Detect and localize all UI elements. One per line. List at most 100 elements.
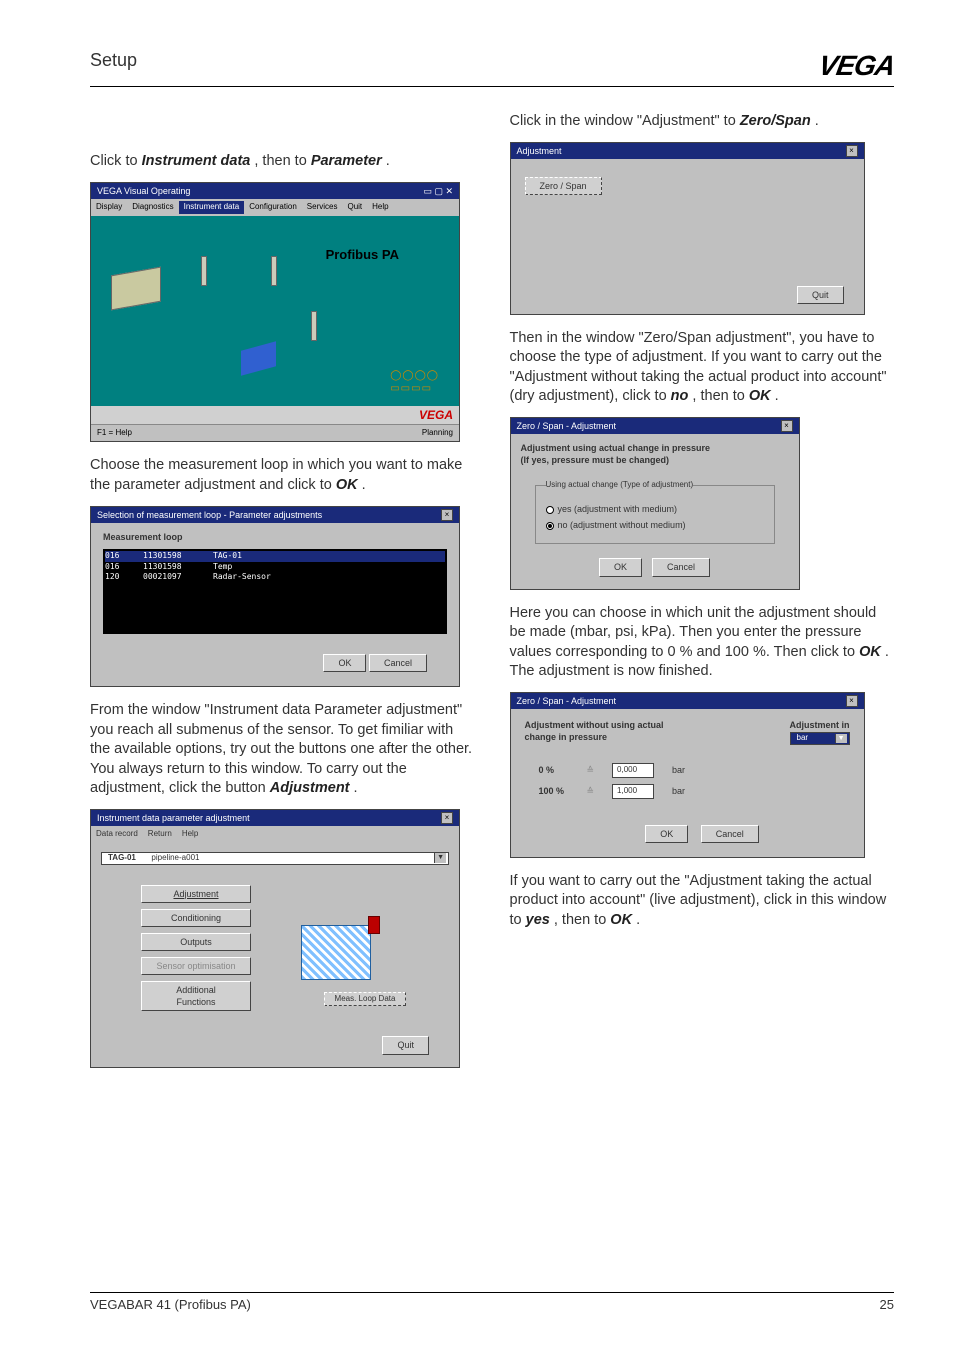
close-icon[interactable]: × <box>846 695 858 707</box>
tag-dropdown[interactable]: TAG-01 pipeline-a001 ▼ <box>101 852 449 865</box>
row-label: 0 % <box>539 764 569 776</box>
group-label: Measurement loop <box>103 531 447 543</box>
dialog-title-text: Selection of measurement loop - Paramete… <box>97 509 322 521</box>
zerospan-button[interactable]: Zero / Span <box>525 177 602 195</box>
conditioning-button[interactable]: Conditioning <box>141 909 251 927</box>
additional-functions-button[interactable]: Additional Functions <box>141 981 251 1011</box>
menu-services[interactable]: Services <box>302 201 343 214</box>
table-row[interactable]: 12000021097Radar-Sensor <box>105 572 445 583</box>
unit-label: bar <box>672 785 685 797</box>
indicators-icon: ◯◯◯◯▭▭▭▭ <box>390 369 439 396</box>
group-legend: Using actual change (Type of adjustment) <box>546 480 694 491</box>
cancel-button[interactable]: Cancel <box>652 558 710 576</box>
statusbar: F1 = Help Planning <box>91 424 459 442</box>
unit-dropdown[interactable]: bar▼ <box>790 732 850 745</box>
right-p2: Then in the window "Zero/Span adjustment… <box>510 329 895 407</box>
vega-brand-bar: VEGA <box>91 406 459 424</box>
close-icon[interactable]: × <box>441 509 453 521</box>
sensor-icon <box>271 256 277 289</box>
table-row[interactable]: 01611301598Temp <box>105 562 445 573</box>
computer-icon <box>111 266 161 310</box>
right-p1: Click in the window "Adjustment" to Zero… <box>510 112 895 132</box>
cancel-button[interactable]: Cancel <box>369 654 427 672</box>
vega-logo: VEGA <box>816 50 897 82</box>
menu-quit[interactable]: Quit <box>342 201 367 214</box>
page-footer: VEGABAR 41 (Profibus PA) 25 <box>90 1292 894 1312</box>
value-input-100[interactable]: 1,000 <box>612 784 654 799</box>
left-p2: Choose the measurement loop in which you… <box>90 456 475 495</box>
right-p4: If you want to carry out the "Adjustment… <box>510 872 895 931</box>
window-title: VEGA Visual Operating <box>97 185 190 197</box>
radio-no[interactable]: no (adjustment without medium) <box>546 519 764 531</box>
titlebar: Zero / Span - Adjustment × <box>511 693 864 709</box>
titlebar: Zero / Span - Adjustment × <box>511 418 799 434</box>
chevron-down-icon: ▼ <box>835 734 847 743</box>
radio-yes[interactable]: yes (adjustment with medium) <box>546 503 764 515</box>
window-controls-icon: ▭ ▢ ✕ <box>423 185 453 197</box>
menu-return[interactable]: Return <box>143 828 177 841</box>
dialog-heading: Adjustment using actual change in pressu… <box>521 442 789 454</box>
table-row[interactable]: 01611301598TAG-01 <box>105 551 445 562</box>
quit-button[interactable]: Quit <box>382 1036 429 1054</box>
sensor-icon <box>311 311 317 344</box>
screenshot-adjustment: Adjustment × Zero / Span Quit <box>510 142 865 315</box>
screenshot-zerospan-type: Zero / Span - Adjustment × Adjustment us… <box>510 417 800 590</box>
menu-datarecord[interactable]: Data record <box>91 828 143 841</box>
ok-button[interactable]: OK <box>645 825 688 843</box>
screenshot-selection: Selection of measurement loop - Paramete… <box>90 506 460 687</box>
measloop-button[interactable]: Meas. Loop Data <box>324 992 407 1007</box>
profibus-label: Profibus PA <box>326 246 399 264</box>
dialog-title-text: Zero / Span - Adjustment <box>517 695 617 707</box>
close-icon[interactable]: × <box>441 812 453 824</box>
titlebar: VEGA Visual Operating ▭ ▢ ✕ <box>91 183 459 199</box>
dialog-title-text: Zero / Span - Adjustment <box>517 420 617 432</box>
menu-diagnostics[interactable]: Diagnostics <box>127 201 178 214</box>
ok-button[interactable]: OK <box>599 558 642 576</box>
sensor-opt-button: Sensor optimisation <box>141 957 251 975</box>
loop-list[interactable]: 01611301598TAG-01 01611301598Temp 120000… <box>103 549 447 634</box>
value-input-0[interactable]: 0,000 <box>612 763 654 778</box>
menu-help[interactable]: Help <box>367 201 393 214</box>
close-icon[interactable]: × <box>781 420 793 432</box>
menu-help[interactable]: Help <box>177 828 203 841</box>
right-p3: Here you can choose in which unit the ad… <box>510 604 895 682</box>
menubar: Display Diagnostics Instrument data Conf… <box>91 199 459 216</box>
equals-icon: ≙ <box>587 764 595 776</box>
footer-page-number: 25 <box>880 1297 894 1312</box>
menu-configuration[interactable]: Configuration <box>244 201 302 214</box>
status-help: F1 = Help <box>97 428 132 439</box>
page-header: Setup VEGA <box>90 50 894 87</box>
dialog-menubar: Data record Return Help <box>91 826 459 843</box>
row-label: 100 % <box>539 785 569 797</box>
left-p3: From the window "Instrument data Paramet… <box>90 701 475 799</box>
equals-icon: ≙ <box>587 785 595 797</box>
titlebar: Instrument data parameter adjustment × <box>91 810 459 826</box>
sensor-icon <box>201 256 207 289</box>
cancel-button[interactable]: Cancel <box>701 825 759 843</box>
ok-button[interactable]: OK <box>323 654 366 672</box>
device-icon <box>241 341 276 375</box>
status-mode: Planning <box>422 428 453 439</box>
left-column: Click to Instrument data , then to Param… <box>90 112 475 1082</box>
titlebar: Selection of measurement loop - Paramete… <box>91 507 459 523</box>
close-icon[interactable]: × <box>846 145 858 157</box>
quit-button[interactable]: Quit <box>797 286 844 304</box>
titlebar: Adjustment × <box>511 143 864 159</box>
screenshot-instrument-data: Instrument data parameter adjustment × D… <box>90 809 460 1068</box>
dialog-subheading: (If yes, pressure must be changed) <box>521 454 789 466</box>
menu-instrument-data[interactable]: Instrument data <box>179 201 245 214</box>
chevron-down-icon: ▼ <box>434 853 446 862</box>
dialog-title-text: Adjustment <box>517 145 562 157</box>
heading-left: Adjustment without using actual change i… <box>525 719 675 745</box>
heading-right: Adjustment in <box>790 719 850 731</box>
adjustment-button[interactable]: Adjustment <box>141 885 251 903</box>
left-p1: Click to Instrument data , then to Param… <box>90 152 475 172</box>
right-column: Click in the window "Adjustment" to Zero… <box>510 112 895 1082</box>
footer-product: VEGABAR 41 (Profibus PA) <box>90 1297 251 1312</box>
menu-display[interactable]: Display <box>91 201 127 214</box>
screenshot-main: VEGA Visual Operating ▭ ▢ ✕ Display Diag… <box>90 182 460 443</box>
section-title: Setup <box>90 50 137 71</box>
canvas-area: Profibus PA ◯◯◯◯▭▭▭▭ <box>91 216 459 406</box>
dialog-title-text: Instrument data parameter adjustment <box>97 812 250 824</box>
outputs-button[interactable]: Outputs <box>141 933 251 951</box>
